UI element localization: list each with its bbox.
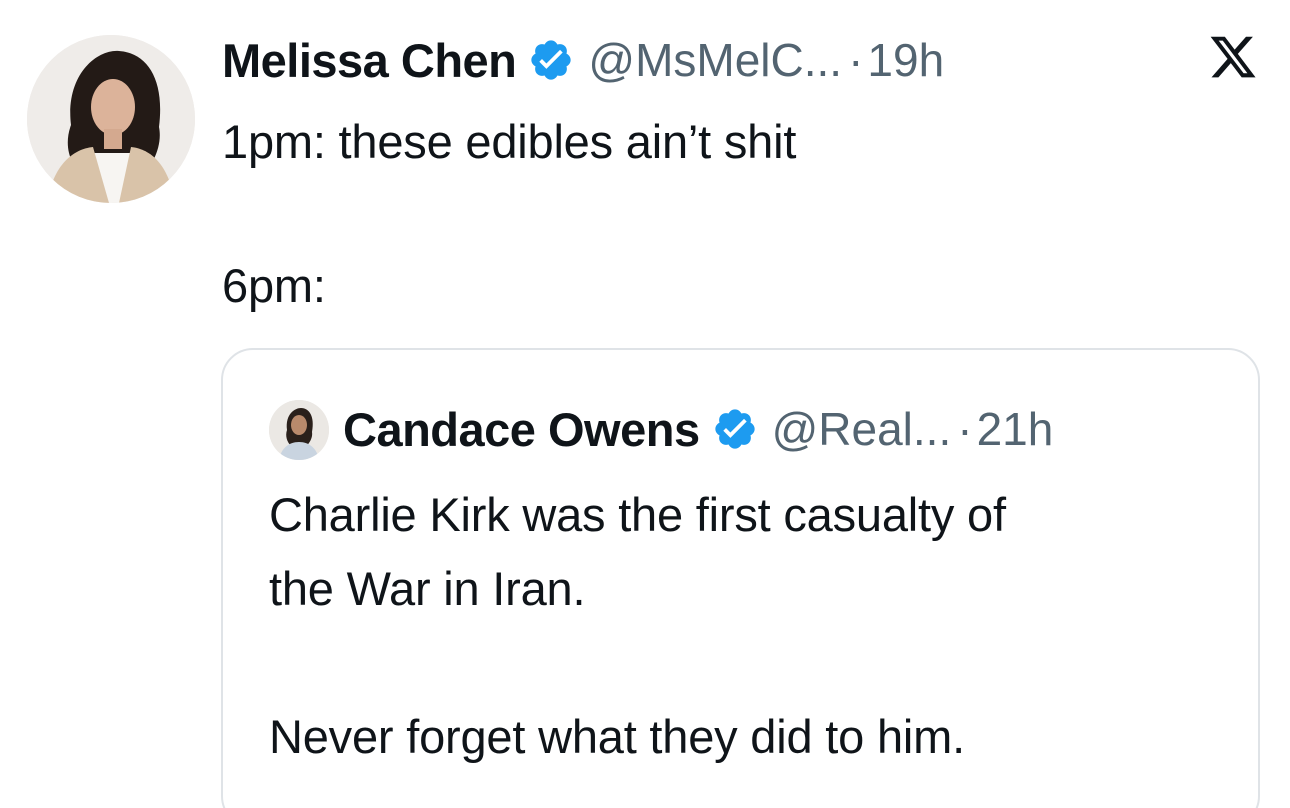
- quoted-text-line: the War in Iran.: [269, 562, 586, 615]
- verified-badge-icon: [531, 40, 572, 80]
- tweet-text-line: 1pm: these edibles ain’t shit: [222, 115, 797, 168]
- x-logo-icon[interactable]: [1208, 32, 1258, 82]
- separator-dot: ·: [957, 403, 973, 455]
- quoted-author-avatar[interactable]: [269, 400, 329, 460]
- quoted-text-line: Never forget what they did to him.: [269, 710, 965, 763]
- author-name[interactable]: Melissa Chen: [222, 33, 517, 88]
- author-handle[interactable]: @MsMelC...: [588, 33, 842, 87]
- tweet-header: Melissa Chen @MsMelC... · 19h: [222, 28, 944, 92]
- avatar-photo-icon: [269, 400, 329, 460]
- tweet-text: 1pm: these edibles ain’t shit 6pm:: [222, 106, 1252, 322]
- tweet-text-line: [222, 178, 1252, 250]
- avatar-photo-icon: [27, 35, 195, 203]
- separator-dot: ·: [848, 34, 864, 86]
- quoted-text-line: Charlie Kirk was the first casualty of: [269, 488, 1006, 541]
- quoted-author-name[interactable]: Candace Owens: [343, 402, 700, 457]
- tweet-card[interactable]: Melissa Chen @MsMelC... · 19h 1pm: these…: [0, 0, 1290, 808]
- tweet-timestamp[interactable]: 19h: [867, 33, 944, 87]
- quoted-tweet-header: Candace Owens @Real... · 21h: [343, 396, 1053, 462]
- author-avatar[interactable]: [27, 35, 195, 203]
- quoted-tweet[interactable]: Candace Owens @Real... · 21h Charlie Kir…: [221, 348, 1260, 808]
- quoted-text-line: [269, 626, 1229, 700]
- quoted-author-handle[interactable]: @Real...: [772, 402, 952, 456]
- quoted-tweet-text: Charlie Kirk was the first casualty of t…: [269, 478, 1229, 774]
- verified-badge-icon: [714, 409, 755, 449]
- quoted-tweet-timestamp[interactable]: 21h: [977, 402, 1054, 456]
- tweet-text-line: 6pm:: [222, 259, 326, 312]
